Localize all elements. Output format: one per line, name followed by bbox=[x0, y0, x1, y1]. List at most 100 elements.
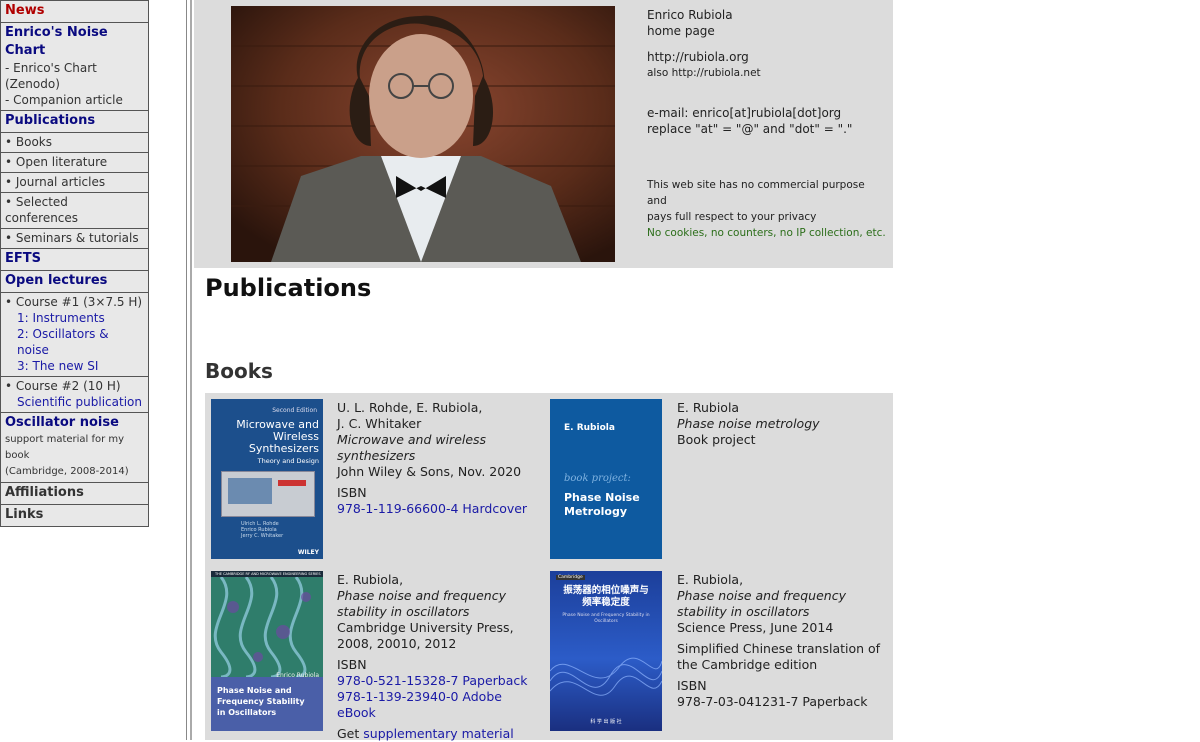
isbn-label: ISBN bbox=[677, 678, 707, 693]
nav-course2-scientific-publication[interactable]: Scientific publication bbox=[5, 394, 144, 410]
nav-efts-link[interactable]: EFTS bbox=[5, 250, 144, 268]
nav-noise-chart-link[interactable]: Enrico's Noise Chart bbox=[5, 24, 144, 60]
isbn-link-hardcover[interactable]: 978-1-119-66600-4 Hardcover bbox=[337, 501, 527, 516]
book-info-2: E. Rubiola Phase noise metrology Book pr… bbox=[677, 400, 877, 448]
nav-books-link[interactable]: • Books bbox=[5, 134, 144, 150]
cover-title-line1: 振荡器的相位噪声与 bbox=[563, 585, 649, 596]
book-title-cont: stability in oscillators bbox=[677, 604, 810, 619]
cover-title-line2: Metrology bbox=[564, 505, 628, 518]
book-cover-cambridge[interactable]: THE CAMBRIDGE RF AND MICROWAVE ENGINEERI… bbox=[211, 571, 323, 731]
contact-block: Enrico Rubiola home page http://rubiola.… bbox=[647, 7, 887, 241]
nav-publications-link[interactable]: Publications bbox=[5, 112, 144, 130]
isbn-link-paperback[interactable]: 978-0-521-15328-7 Paperback bbox=[337, 673, 528, 688]
book-authors: E. Rubiola, bbox=[677, 572, 744, 587]
nav-affiliations[interactable]: Affiliations bbox=[0, 482, 149, 504]
isbn-paperback: 978-7-03-041231-7 Paperback bbox=[677, 694, 868, 709]
cover-subtitle: Theory and Design bbox=[257, 457, 319, 465]
book-authors: E. Rubiola bbox=[677, 400, 740, 415]
nav-noise-chart-article[interactable]: - Companion article bbox=[5, 92, 144, 108]
nav-affiliations-link[interactable]: Affiliations bbox=[5, 484, 144, 502]
isbn-link-ebook[interactable]: 978-1-139-23940-0 Adobe eBook bbox=[337, 689, 502, 720]
nav-open-lectures-link[interactable]: Open lectures bbox=[5, 272, 144, 290]
nav-links[interactable]: Links bbox=[0, 504, 149, 527]
owner-name: Enrico Rubiola bbox=[647, 8, 733, 22]
nav-selected-conferences[interactable]: • Selected conferences bbox=[0, 192, 149, 228]
nav-open-literature[interactable]: • Open literature bbox=[0, 152, 149, 172]
nav-oscillator-noise-desc1: support material for my book bbox=[5, 434, 125, 461]
book-info-1: U. L. Rohde, E. Rubiola, J. C. Whitaker … bbox=[337, 400, 537, 517]
cover-publisher: 科 学 出 版 社 bbox=[590, 719, 622, 725]
nav-books[interactable]: • Books bbox=[0, 132, 149, 152]
cover-title: Phase Noise Metrology bbox=[564, 491, 640, 519]
cover-title: Phase Noise and Frequency Stability in O… bbox=[217, 685, 305, 718]
nav-oscillator-noise-link[interactable]: Oscillator noise bbox=[5, 414, 144, 432]
book-info-3: E. Rubiola, Phase noise and frequency st… bbox=[337, 572, 537, 742]
section-title-books: Books bbox=[205, 359, 273, 383]
header-panel: Enrico Rubiola home page http://rubiola.… bbox=[194, 0, 893, 268]
books-panel: Second Edition Microwave and Wireless Sy… bbox=[205, 393, 893, 742]
instrument-illustration bbox=[221, 471, 315, 517]
portrait-photo bbox=[231, 6, 615, 262]
book-note: Simplified Chinese translation of bbox=[677, 641, 881, 656]
nav-news-link[interactable]: News bbox=[5, 2, 144, 20]
nav-course1-label: • Course #1 (3×7.5 H) bbox=[5, 295, 143, 309]
nav-noise-chart: Enrico's Noise Chart - Enrico's Chart (Z… bbox=[0, 22, 149, 110]
isbn-label: ISBN bbox=[337, 657, 367, 672]
nav-course1: • Course #1 (3×7.5 H) 1: Instruments 2: … bbox=[0, 292, 149, 376]
nav-course2: • Course #2 (10 H) Scientific publicatio… bbox=[0, 376, 149, 412]
nav-news[interactable]: News bbox=[0, 0, 149, 22]
book-publisher: John Wiley & Sons, Nov. 2020 bbox=[337, 464, 522, 479]
book-publisher: Cambridge University Press, bbox=[337, 620, 514, 635]
book-cover-phase-noise-metrology[interactable]: E. Rubiola book project: Phase Noise Met… bbox=[550, 399, 662, 559]
frame-divider bbox=[186, 0, 187, 740]
nav-open-lectures[interactable]: Open lectures bbox=[0, 270, 149, 292]
cover-title-line1: Phase Noise and bbox=[217, 686, 292, 695]
nav-course2-label: • Course #2 (10 H) bbox=[5, 379, 121, 393]
cover-title-line3: Synthesizers bbox=[248, 442, 319, 455]
nav-course1-oscillators[interactable]: 2: Oscillators & noise bbox=[5, 326, 144, 358]
nav-oscillator-noise-desc2: (Cambridge, 2008-2014) bbox=[5, 466, 129, 477]
cover-title-line2: Frequency Stability bbox=[217, 697, 305, 706]
sidebar: News Enrico's Noise Chart - Enrico's Cha… bbox=[0, 0, 149, 527]
book-title: Phase noise and frequency bbox=[337, 588, 506, 603]
cover-series: THE CAMBRIDGE RF AND MICROWAVE ENGINEERI… bbox=[215, 572, 321, 576]
cover-author: E. Rubiola bbox=[564, 423, 615, 433]
nav-publications[interactable]: Publications bbox=[0, 110, 149, 132]
cover-title: Microwave and Wireless Synthesizers Theo… bbox=[211, 419, 319, 467]
frame-divider-inner bbox=[190, 0, 192, 740]
cover-edition: Second Edition bbox=[272, 407, 317, 414]
email-text: e-mail: enrico[at]rubiola[dot]org bbox=[647, 106, 842, 120]
privacy-notice-3: No cookies, no counters, no IP collectio… bbox=[647, 227, 886, 239]
book-authors: E. Rubiola, bbox=[337, 572, 404, 587]
nav-efts[interactable]: EFTS bbox=[0, 248, 149, 270]
supplementary-material-link[interactable]: supplementary material bbox=[363, 726, 514, 741]
privacy-notice-1: This web site has no commercial purpose … bbox=[647, 179, 865, 207]
book-title: Microwave and wireless bbox=[337, 432, 487, 447]
cover-title-line1: Phase Noise bbox=[564, 491, 640, 504]
cover-author: Enrico Rubiola bbox=[276, 672, 319, 679]
nav-journal-articles[interactable]: • Journal articles bbox=[0, 172, 149, 192]
book-authors: U. L. Rohde, E. Rubiola, bbox=[337, 400, 483, 415]
nav-journal-articles-link[interactable]: • Journal articles bbox=[5, 174, 144, 190]
nav-course1-new-si[interactable]: 3: The new SI bbox=[5, 358, 144, 374]
page-title: Publications bbox=[205, 274, 372, 302]
nav-selected-conferences-link[interactable]: • Selected conferences bbox=[5, 194, 144, 226]
portrait-illustration bbox=[231, 6, 615, 262]
nav-noise-chart-zenodo[interactable]: - Enrico's Chart (Zenodo) bbox=[5, 60, 144, 92]
book-publisher: Science Press, June 2014 bbox=[677, 620, 834, 635]
book-note: Book project bbox=[677, 432, 756, 447]
nav-open-literature-link[interactable]: • Open literature bbox=[5, 154, 144, 170]
home-page-label: home page bbox=[647, 24, 715, 38]
book-authors-cont: J. C. Whitaker bbox=[337, 416, 422, 431]
cover-subtitle: Phase Noise and Frequency Stability in O… bbox=[562, 613, 650, 624]
wave-illustration bbox=[550, 657, 662, 696]
book-cover-wiley[interactable]: Second Edition Microwave and Wireless Sy… bbox=[211, 399, 323, 559]
nav-course1-instruments[interactable]: 1: Instruments bbox=[5, 310, 144, 326]
nav-seminars-link[interactable]: • Seminars & tutorials bbox=[5, 230, 144, 246]
nav-links-link[interactable]: Links bbox=[5, 506, 144, 524]
book-cover-chinese[interactable]: Cambridge 振荡器的相位噪声与 频率稳定度 Phase Noise an… bbox=[550, 571, 662, 731]
nav-seminars[interactable]: • Seminars & tutorials bbox=[0, 228, 149, 248]
site-url: http://rubiola.org bbox=[647, 50, 749, 64]
nav-oscillator-noise: Oscillator noise support material for my… bbox=[0, 412, 149, 482]
book-title-cont: stability in oscillators bbox=[337, 604, 470, 619]
